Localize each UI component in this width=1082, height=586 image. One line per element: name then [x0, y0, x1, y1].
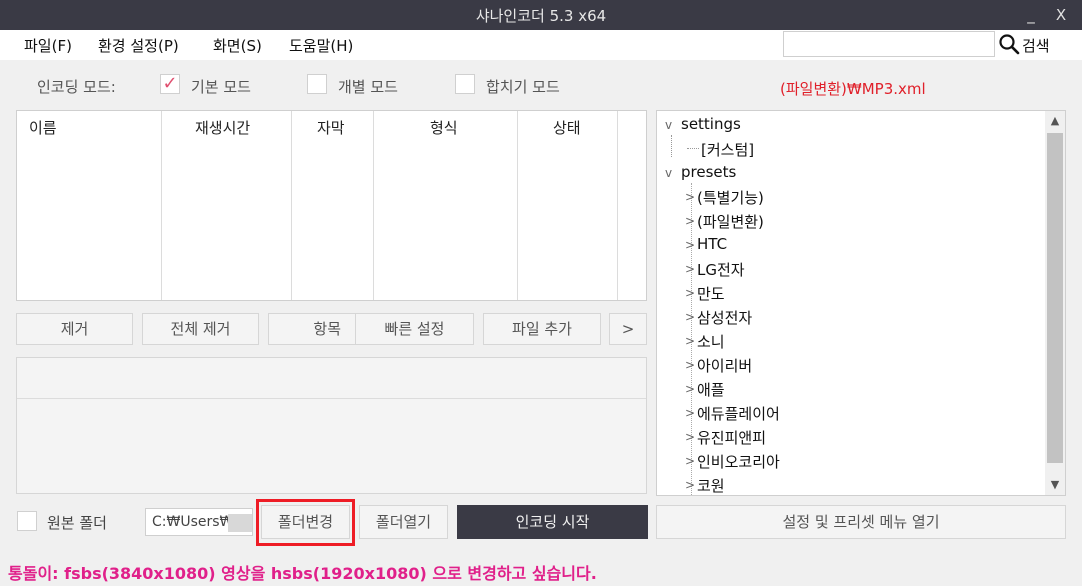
tree-node-preset[interactable]: 만도 [697, 283, 725, 304]
collapse-icon[interactable]: > [685, 334, 695, 348]
collapse-icon[interactable]: > [685, 238, 695, 252]
open-folder-button[interactable]: 폴더열기 [359, 505, 448, 539]
tree-node-presets[interactable]: presets [681, 163, 736, 181]
add-file-button[interactable]: 파일 추가 [483, 313, 601, 345]
column-divider [617, 111, 618, 300]
preset-tree[interactable]: v settings [커스텀] v presets > (특별기능) > (파… [656, 110, 1066, 496]
tree-node-preset[interactable]: 코원 [697, 475, 725, 495]
collapse-icon[interactable]: > [685, 310, 695, 324]
menu-settings[interactable]: 환경 설정(P) [98, 35, 179, 56]
search-input[interactable] [783, 31, 995, 57]
search-icon[interactable] [998, 33, 1020, 55]
tree-node-preset[interactable]: (파일변환) [697, 211, 764, 232]
expand-icon[interactable]: v [665, 166, 672, 180]
tree-node-preset[interactable]: 삼성전자 [697, 307, 752, 328]
menu-help[interactable]: 도움말(H) [289, 35, 353, 56]
collapse-icon[interactable]: > [685, 262, 695, 276]
collapse-icon[interactable]: > [685, 478, 695, 492]
more-button[interactable]: > [609, 313, 647, 345]
collapse-icon[interactable]: > [685, 406, 695, 420]
close-button[interactable]: X [1046, 2, 1076, 28]
source-folder-checkbox[interactable] [17, 511, 37, 531]
individual-mode-label: 개별 모드 [338, 78, 398, 96]
scrollbar-thumb[interactable] [1047, 133, 1063, 463]
tree-node-preset[interactable]: (특별기능) [697, 187, 764, 208]
collapse-icon[interactable]: > [685, 382, 695, 396]
column-divider [517, 111, 518, 300]
collapse-icon[interactable]: > [685, 430, 695, 444]
basic-mode-label: 기본 모드 [191, 78, 251, 96]
output-path-text: C:₩Users₩ [152, 514, 234, 530]
info-panel-divider [17, 398, 646, 399]
status-text: 통돌이: fsbs(3840x1080) 영상을 hsbs(1920x1080)… [8, 564, 597, 583]
scroll-down-arrow-icon[interactable]: ▼ [1045, 475, 1065, 495]
source-folder-label: 원본 폴더 [47, 514, 107, 532]
encoding-mode-label: 인코딩 모드: [37, 78, 116, 96]
masked-username [228, 514, 252, 532]
start-encoding-button[interactable]: 인코딩 시작 [457, 505, 648, 539]
tree-node-preset[interactable]: 아이리버 [697, 355, 752, 376]
column-divider [161, 111, 162, 300]
scroll-up-arrow-icon[interactable]: ▲ [1045, 111, 1065, 131]
collapse-icon[interactable]: > [685, 358, 695, 372]
merge-mode-checkbox[interactable] [455, 74, 475, 94]
current-preset-name: (파일변환)₩MP3.xml [780, 80, 926, 98]
collapse-icon[interactable]: > [685, 454, 695, 468]
column-header-status[interactable]: 상태 [553, 117, 581, 138]
tree-node-settings[interactable]: settings [681, 115, 741, 133]
minimize-button[interactable]: _ [1016, 2, 1046, 28]
column-divider [373, 111, 374, 300]
menu-view[interactable]: 화면(S) [213, 35, 262, 56]
column-header-format[interactable]: 형식 [430, 117, 458, 138]
tree-node-preset[interactable]: 소니 [697, 331, 725, 352]
tree-scrollbar[interactable]: ▲ ▼ [1045, 111, 1065, 495]
tree-node-preset[interactable]: LG전자 [697, 259, 745, 280]
title-bar: 샤나인코더 5.3 x64 _ X [0, 0, 1082, 30]
remove-all-button[interactable]: 전체 제거 [142, 313, 259, 345]
search-button-label[interactable]: 검색 [1022, 35, 1050, 56]
tree-node-preset[interactable]: 에듀플레이어 [697, 403, 780, 424]
info-panel [16, 357, 647, 494]
menu-file[interactable]: 파일(F) [24, 35, 72, 56]
tree-node-preset[interactable]: 유진피앤피 [697, 427, 766, 448]
column-divider [291, 111, 292, 300]
items-button[interactable]: 항목 [268, 313, 356, 345]
collapse-icon[interactable]: > [685, 286, 695, 300]
window-title: 샤나인코더 5.3 x64 [475, 7, 607, 25]
tree-guide-line [687, 148, 699, 149]
tree-node-preset[interactable]: HTC [697, 235, 727, 253]
tree-node-preset[interactable]: 인비오코리아 [697, 451, 780, 472]
tree-node-custom[interactable]: [커스텀] [701, 139, 754, 160]
merge-mode-label: 합치기 모드 [486, 78, 560, 96]
remove-button[interactable]: 제거 [16, 313, 133, 345]
collapse-icon[interactable]: > [685, 214, 695, 228]
column-header-name[interactable]: 이름 [29, 117, 57, 138]
file-list-table[interactable]: 이름 재생시간 자막 형식 상태 [16, 110, 647, 301]
status-bar: 통돌이: fsbs(3840x1080) 영상을 hsbs(1920x1080)… [0, 552, 1082, 586]
column-header-subtitle[interactable]: 자막 [317, 117, 345, 138]
individual-mode-checkbox[interactable] [307, 74, 327, 94]
expand-icon[interactable]: v [665, 118, 672, 132]
tree-guide-line [671, 135, 672, 157]
basic-mode-checkbox[interactable]: ✓ [160, 74, 180, 94]
collapse-icon[interactable]: > [685, 190, 695, 204]
open-settings-menu-button[interactable]: 설정 및 프리셋 메뉴 열기 [656, 505, 1066, 539]
quick-settings-button[interactable]: 빠른 설정 [355, 313, 474, 345]
highlight-box [256, 499, 355, 546]
tree-node-preset[interactable]: 애플 [697, 379, 725, 400]
output-path-field[interactable]: C:₩Users₩ [145, 508, 253, 536]
column-header-duration[interactable]: 재생시간 [195, 117, 250, 138]
